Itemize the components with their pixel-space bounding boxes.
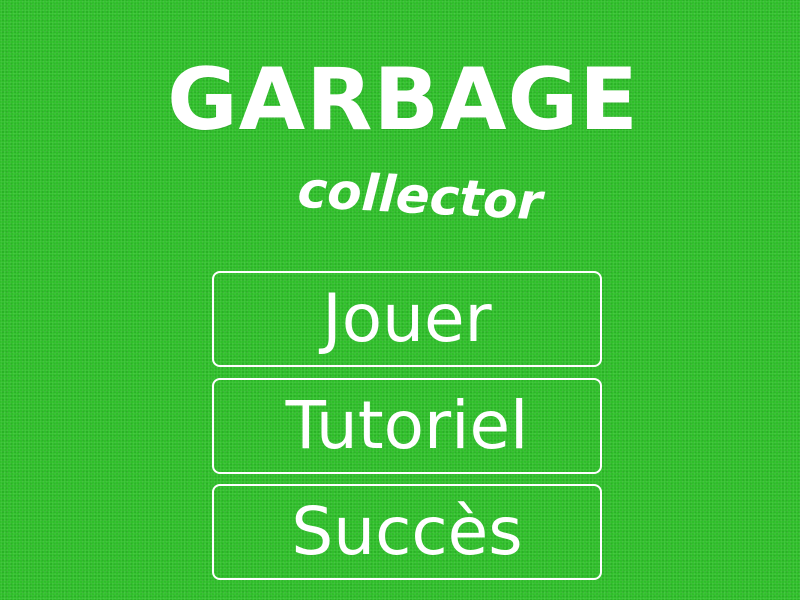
title-main-text: GARBAGE xyxy=(167,50,639,150)
play-button-label: Jouer xyxy=(322,280,492,357)
tutorial-button[interactable]: Tutoriel xyxy=(212,378,602,474)
title-sub-text: collector xyxy=(296,160,544,232)
achievements-button[interactable]: Succès xyxy=(212,484,602,580)
play-button[interactable]: Jouer xyxy=(212,271,602,367)
game-title: GARBAGE collector xyxy=(0,0,800,260)
tutorial-button-label: Tutoriel xyxy=(285,387,529,464)
achievements-button-label: Succès xyxy=(291,493,523,570)
